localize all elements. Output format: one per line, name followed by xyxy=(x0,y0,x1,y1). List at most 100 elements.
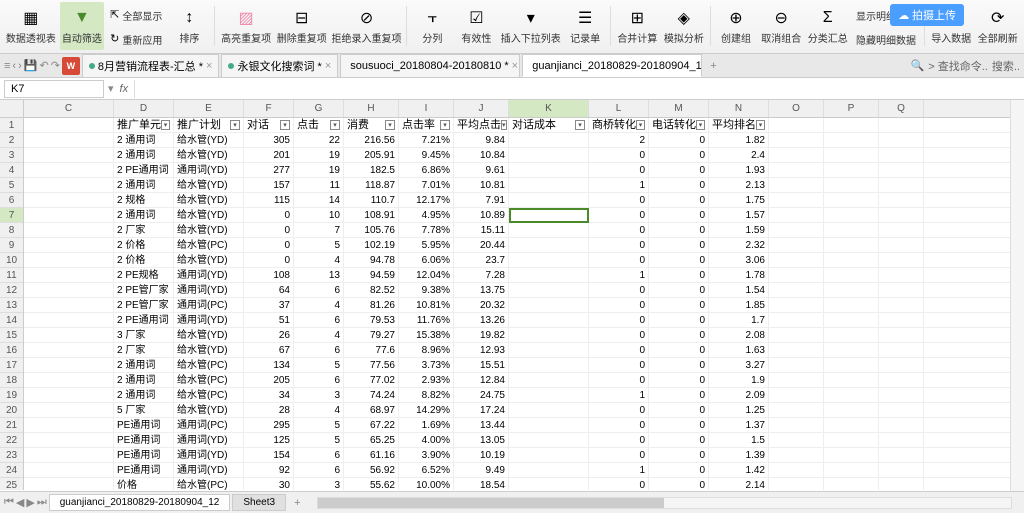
data-cell[interactable]: 0 xyxy=(649,358,709,372)
data-cell[interactable]: 10.81 xyxy=(454,178,509,192)
data-cell[interactable] xyxy=(879,313,924,327)
data-cell[interactable]: 0 xyxy=(589,343,649,357)
data-cell[interactable]: 2 PE规格 xyxy=(114,268,174,282)
workbook-tab[interactable]: sousuoci_20180804-20180810 *× xyxy=(340,54,520,77)
data-cell[interactable]: 1.7 xyxy=(709,313,769,327)
header-cell[interactable]: 平均排名▾ xyxy=(709,118,769,132)
data-cell[interactable] xyxy=(24,358,114,372)
data-cell[interactable]: 2.4 xyxy=(709,148,769,162)
workbook-tab[interactable]: guanjianci_20180829-20180904_128483 *× xyxy=(522,54,702,77)
data-cell[interactable] xyxy=(879,238,924,252)
data-cell[interactable]: 2 规格 xyxy=(114,193,174,207)
data-cell[interactable]: 108 xyxy=(244,268,294,282)
row-header[interactable]: 15 xyxy=(0,328,23,343)
data-cell[interactable]: 6.86% xyxy=(399,163,454,177)
data-cell[interactable] xyxy=(769,388,824,402)
col-header[interactable]: N xyxy=(709,100,769,117)
whatif-button[interactable]: ◈模拟分析 xyxy=(662,2,707,50)
data-cell[interactable] xyxy=(769,433,824,447)
data-cell[interactable]: 34 xyxy=(244,388,294,402)
data-cell[interactable]: 2 价格 xyxy=(114,238,174,252)
data-cell[interactable]: 给水管(YD) xyxy=(174,178,244,192)
data-cell[interactable]: PE通用词 xyxy=(114,463,174,477)
data-cell[interactable]: 给水管(YD) xyxy=(174,343,244,357)
data-cell[interactable] xyxy=(879,148,924,162)
data-cell[interactable]: 2 价格 xyxy=(114,253,174,267)
data-cell[interactable]: 115 xyxy=(244,193,294,207)
row-header[interactable]: 7 xyxy=(0,208,23,223)
data-cell[interactable]: 3.90% xyxy=(399,448,454,462)
data-cell[interactable]: 68.97 xyxy=(344,403,399,417)
header-cell[interactable]: 商桥转化▾ xyxy=(589,118,649,132)
fwd-icon[interactable]: › xyxy=(18,60,22,72)
data-cell[interactable] xyxy=(824,418,879,432)
data-cell[interactable] xyxy=(769,403,824,417)
data-cell[interactable]: 0 xyxy=(589,163,649,177)
data-cell[interactable] xyxy=(509,358,589,372)
data-cell[interactable]: 1.54 xyxy=(709,283,769,297)
data-cell[interactable]: 0 xyxy=(649,448,709,462)
close-icon[interactable]: × xyxy=(206,60,212,72)
sheet-nav-prev-icon[interactable]: ◀ xyxy=(16,496,24,509)
data-cell[interactable] xyxy=(824,253,879,267)
data-cell[interactable]: 1.9 xyxy=(709,373,769,387)
data-cell[interactable]: 0 xyxy=(589,193,649,207)
data-cell[interactable] xyxy=(824,283,879,297)
close-icon[interactable]: × xyxy=(512,60,518,72)
data-cell[interactable]: 4 xyxy=(294,298,344,312)
data-cell[interactable]: 24.75 xyxy=(454,388,509,402)
data-cell[interactable]: 1 xyxy=(589,178,649,192)
data-cell[interactable]: 0 xyxy=(649,133,709,147)
col-header[interactable]: C xyxy=(24,100,114,117)
row-header[interactable]: 17 xyxy=(0,358,23,373)
filter-dropdown-icon[interactable]: ▾ xyxy=(161,120,170,130)
data-cell[interactable]: 0 xyxy=(589,313,649,327)
data-cell[interactable] xyxy=(24,313,114,327)
header-cell[interactable]: 点击率▾ xyxy=(399,118,454,132)
row-header[interactable]: 1 xyxy=(0,118,23,133)
name-box[interactable] xyxy=(4,80,104,98)
data-cell[interactable]: 0 xyxy=(649,298,709,312)
data-cell[interactable]: 0 xyxy=(649,253,709,267)
data-cell[interactable]: 20.44 xyxy=(454,238,509,252)
data-cell[interactable]: 4 xyxy=(294,403,344,417)
data-cell[interactable] xyxy=(769,163,824,177)
data-cell[interactable]: 2 PE管厂家 xyxy=(114,298,174,312)
data-cell[interactable] xyxy=(879,343,924,357)
data-cell[interactable]: 216.56 xyxy=(344,133,399,147)
data-cell[interactable]: 9.45% xyxy=(399,148,454,162)
horizontal-scrollbar[interactable] xyxy=(317,497,1013,509)
row-header[interactable]: 5 xyxy=(0,178,23,193)
data-cell[interactable]: 0 xyxy=(649,418,709,432)
data-cell[interactable]: 0 xyxy=(649,193,709,207)
data-cell[interactable]: 给水管(YD) xyxy=(174,223,244,237)
row-header[interactable]: 4 xyxy=(0,163,23,178)
data-cell[interactable] xyxy=(509,343,589,357)
header-cell[interactable] xyxy=(879,118,924,132)
data-cell[interactable]: 64 xyxy=(244,283,294,297)
sheet-nav-first-icon[interactable]: ⏮ xyxy=(4,496,14,509)
ungroup-button[interactable]: ⊖取消组合 xyxy=(759,2,804,50)
data-cell[interactable] xyxy=(769,208,824,222)
data-cell[interactable]: 0 xyxy=(649,178,709,192)
data-cell[interactable]: 295 xyxy=(244,418,294,432)
data-cell[interactable] xyxy=(769,448,824,462)
data-cell[interactable] xyxy=(24,178,114,192)
data-cell[interactable]: 2 PE通用词 xyxy=(114,313,174,327)
validate-button[interactable]: ☑有效性 xyxy=(455,2,497,50)
data-cell[interactable]: 67 xyxy=(244,343,294,357)
close-icon[interactable]: × xyxy=(325,60,331,72)
data-cell[interactable] xyxy=(24,448,114,462)
col-header[interactable]: F xyxy=(244,100,294,117)
data-cell[interactable]: 205.91 xyxy=(344,148,399,162)
sheet-tab-1[interactable]: guanjianci_20180829-20180904_12 xyxy=(49,494,231,511)
data-cell[interactable]: 61.16 xyxy=(344,448,399,462)
data-cell[interactable]: 0 xyxy=(589,478,649,490)
data-cell[interactable] xyxy=(769,148,824,162)
data-cell[interactable] xyxy=(824,448,879,462)
data-cell[interactable] xyxy=(824,268,879,282)
data-cell[interactable]: 7.28 xyxy=(454,268,509,282)
data-cell[interactable] xyxy=(24,418,114,432)
data-cell[interactable]: 1.39 xyxy=(709,448,769,462)
data-cell[interactable]: 6 xyxy=(294,373,344,387)
